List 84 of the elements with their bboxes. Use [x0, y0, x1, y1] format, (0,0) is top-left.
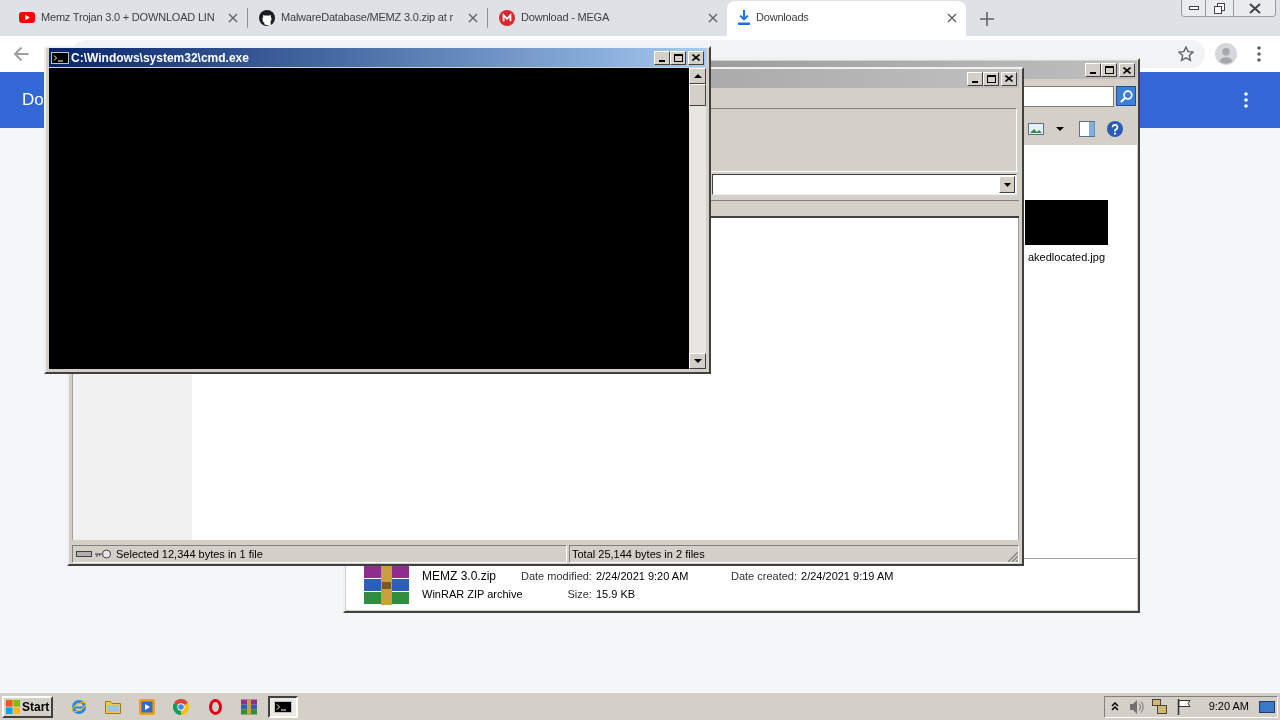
property-label: Date created:	[731, 569, 798, 583]
close-icon[interactable]	[947, 12, 957, 23]
status-text: Selected 12,344 bytes in 1 file	[116, 546, 263, 562]
play-icon	[139, 698, 155, 715]
network-icon[interactable]	[1151, 699, 1167, 714]
picture-icon[interactable]	[1028, 123, 1044, 135]
globe-icon	[71, 698, 87, 715]
plus-icon[interactable]	[980, 12, 994, 26]
file-name[interactable]: akedlocated.jpg	[1027, 249, 1106, 266]
flag-icon[interactable]	[1176, 698, 1191, 715]
close-icon	[692, 54, 700, 61]
close-icon	[1248, 2, 1261, 14]
maximize-icon	[986, 74, 996, 83]
status-text: Total 25,144 bytes in 2 files	[572, 546, 705, 562]
scrollbar[interactable]	[689, 68, 706, 369]
maximize-button[interactable]	[983, 71, 999, 86]
restore-button[interactable]	[1206, 0, 1234, 16]
file-name: MEMZ 3.0.zip	[422, 568, 497, 584]
maximize-icon	[673, 53, 683, 62]
combo-box[interactable]	[712, 174, 1017, 195]
property-value: 2/24/2021 9:19 AM	[801, 569, 894, 583]
up-arrow-icon	[693, 74, 702, 78]
console-icon	[274, 700, 292, 713]
image-thumbnail[interactable]	[1025, 200, 1108, 245]
caret-icon	[1003, 182, 1011, 187]
folder-icon	[105, 699, 121, 714]
cat-icon	[259, 9, 275, 26]
file-type: WinRAR ZIP archive	[422, 586, 521, 601]
tab[interactable]: Download - MEGA	[488, 1, 727, 36]
property-value: 2/24/2021 9:20 AM	[595, 568, 690, 583]
tab[interactable]: Memz Trojan 3.0 + DOWNLOAD LIN	[8, 1, 247, 36]
maximize-button[interactable]	[670, 50, 686, 65]
close-button[interactable]	[1001, 71, 1017, 86]
dropdown-button[interactable]	[999, 176, 1015, 193]
minimize-button[interactable]	[1182, 0, 1206, 16]
scroll-up-button[interactable]	[689, 68, 706, 84]
circle-logo-icon	[499, 9, 515, 26]
close-button[interactable]	[1119, 63, 1135, 77]
chevron-up-icon[interactable]	[1110, 702, 1119, 711]
window-title: C:\Windows\system32\cmd.exe	[71, 49, 249, 67]
down-arrow-icon	[693, 359, 702, 363]
menu-icon[interactable]	[1244, 92, 1248, 108]
close-button[interactable]	[1234, 0, 1275, 16]
panel-icon[interactable]	[1079, 121, 1095, 137]
close-icon[interactable]	[708, 12, 718, 23]
taskbar-button[interactable]	[268, 695, 298, 718]
star-icon[interactable]	[1178, 46, 1194, 62]
key-icon	[95, 549, 111, 559]
restore-icon	[1214, 2, 1225, 14]
close-button[interactable]	[688, 50, 704, 65]
tab[interactable]: Downloads	[727, 1, 966, 36]
property-value: 15.9 KB	[595, 586, 637, 601]
play-icon	[19, 12, 35, 23]
maximize-icon	[1104, 66, 1114, 74]
desktop-icon[interactable]	[1259, 700, 1275, 713]
drive-icon	[76, 551, 92, 557]
back-arrow-icon[interactable]	[13, 46, 29, 62]
download-icon	[738, 10, 750, 25]
maximize-button[interactable]	[1101, 63, 1117, 77]
tab[interactable]: MalwareDatabase/MEMZ 3.0.zip at r	[248, 1, 487, 36]
books-icon	[363, 564, 410, 605]
close-icon	[1005, 75, 1013, 82]
ring-icon	[208, 698, 222, 715]
search-icon	[1119, 89, 1133, 103]
resize-grip-icon[interactable]	[1007, 551, 1018, 562]
books-icon	[241, 698, 257, 715]
speaker-icon[interactable]	[1128, 698, 1144, 715]
four-tile-logo-icon	[6, 699, 20, 714]
console-icon	[51, 51, 69, 64]
property-label: Date modified:	[521, 568, 592, 583]
minimize-icon	[1188, 6, 1199, 10]
property-label: Size:	[566, 586, 592, 601]
scroll-thumb[interactable]	[689, 84, 706, 106]
close-icon[interactable]	[228, 12, 238, 23]
search-button[interactable]	[1116, 86, 1136, 106]
start-button[interactable]: Start	[2, 695, 53, 718]
segmented-circle-icon	[173, 698, 189, 715]
clock[interactable]: 9:20 AM	[1208, 698, 1249, 715]
help-icon[interactable]	[1107, 121, 1123, 137]
scroll-down-button[interactable]	[689, 353, 706, 369]
page-title: Do	[22, 89, 44, 112]
close-icon	[1123, 66, 1131, 74]
menu-icon[interactable]	[1257, 46, 1261, 62]
close-icon[interactable]	[468, 12, 478, 23]
